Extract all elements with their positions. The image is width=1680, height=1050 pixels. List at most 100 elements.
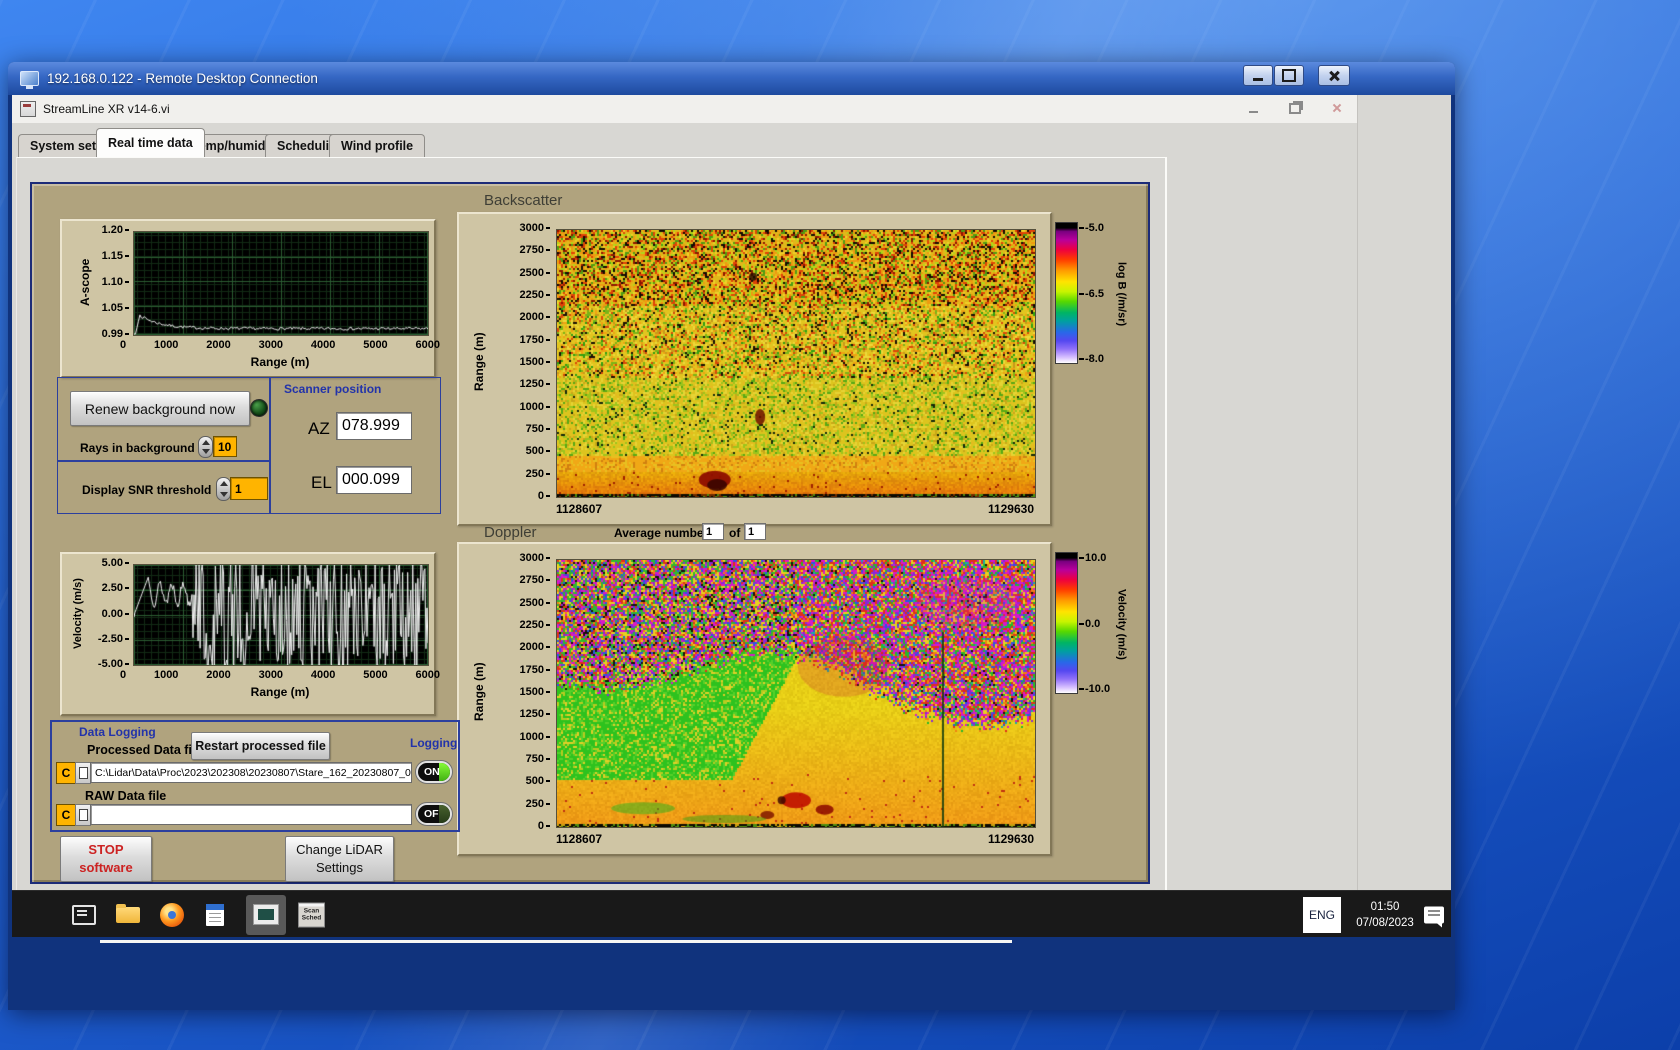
background-controls-box: Renew background now Rays in background … xyxy=(57,377,271,462)
snr-threshold-box: Display SNR threshold 1 xyxy=(57,460,271,514)
backscatter-y-axis-label: Range (m) xyxy=(471,304,487,420)
backscatter-x-start: 1128607 xyxy=(556,502,602,516)
rdp-client-area: StreamLine XR v14-6.vi System setup Real… xyxy=(8,95,1455,1010)
rdp-maximize-button[interactable] xyxy=(1274,65,1304,86)
doppler-y-ticks: 3000275025002250200017501500125010007505… xyxy=(499,553,550,832)
rdp-window-controls xyxy=(1243,65,1455,87)
ascope-x-axis-label: Range (m) xyxy=(133,355,427,369)
file-explorer-icon[interactable] xyxy=(116,907,140,923)
doppler-plot xyxy=(556,559,1036,828)
logging-label: Logging xyxy=(410,736,457,750)
rays-in-background-label: Rays in background xyxy=(80,441,195,455)
data-logging-title: Data Logging xyxy=(79,725,156,739)
streamline-app-icon[interactable] xyxy=(246,895,286,935)
backscatter-colorbar-ticks: -5.0-6.5-8.0 xyxy=(1079,223,1104,365)
minimize-icon xyxy=(1253,70,1263,81)
doppler-title: Doppler xyxy=(484,524,537,541)
processed-path-browse-icon[interactable] xyxy=(75,762,91,784)
ascope-plot-frame: A-scope 1.201.151.101.050.99 01000200030… xyxy=(60,219,436,378)
rays-spinner[interactable] xyxy=(198,436,213,458)
processed-logging-toggle[interactable]: ON xyxy=(416,761,452,783)
raw-logging-toggle[interactable]: OFF xyxy=(416,803,452,825)
rays-value-field[interactable]: 10 xyxy=(213,436,237,457)
rdp-minimize-button[interactable] xyxy=(1243,65,1273,86)
close-icon xyxy=(1332,103,1342,113)
backscatter-x-end: 1129630 xyxy=(988,502,1034,516)
tab-real-time-data[interactable]: Real time data xyxy=(96,128,205,157)
el-label: EL xyxy=(311,473,332,493)
rdp-filler xyxy=(12,937,1451,1010)
velocity-y-ticks: 5.002.500.00-2.50-5.00 xyxy=(84,558,129,670)
language-indicator[interactable]: ENG xyxy=(1303,897,1341,933)
backscatter-x-range: 1128607 1129630 xyxy=(556,502,1034,516)
doppler-y-axis-label: Range (m) xyxy=(471,634,487,750)
tab-wind-profile[interactable]: Wind profile xyxy=(329,134,425,157)
az-value-field: 078.999 xyxy=(336,412,412,440)
average-total-field[interactable]: 1 xyxy=(744,523,766,540)
velocity-x-axis-label: Range (m) xyxy=(133,685,427,699)
app-title: StreamLine XR v14-6.vi xyxy=(43,102,170,116)
rdp-window: 192.168.0.122 - Remote Desktop Connectio… xyxy=(8,62,1455,1010)
app-window-right-edge xyxy=(1357,95,1358,890)
processed-path-field[interactable]: C:\Lidar\Data\Proc\2023\202308\20230807\… xyxy=(90,762,412,783)
processed-drive-selector[interactable]: C xyxy=(56,762,76,784)
taskbar: Scan Sched ENG 01:50 07/08/2023 xyxy=(12,890,1451,937)
app-icon xyxy=(20,101,36,117)
app-restore-button[interactable] xyxy=(1282,99,1308,117)
doppler-x-end: 1129630 xyxy=(988,832,1034,846)
minimize-icon xyxy=(1249,104,1258,113)
taskbar-clock[interactable]: 01:50 07/08/2023 xyxy=(1346,898,1424,930)
tab-strip: System setup Real time data Temp/humidit… xyxy=(12,123,1451,157)
doppler-x-start: 1128607 xyxy=(556,832,602,846)
az-label: AZ xyxy=(308,419,330,439)
doppler-colorbar-ticks: 10.00.0-10.0 xyxy=(1079,553,1110,695)
app-close-button[interactable] xyxy=(1324,99,1350,117)
change-lidar-settings-button[interactable]: Change LiDAR Settings xyxy=(285,836,394,882)
ascope-graph xyxy=(134,232,428,335)
desktop: 192.168.0.122 - Remote Desktop Connectio… xyxy=(0,0,1680,1050)
main-panel: A-scope 1.201.151.101.050.99 01000200030… xyxy=(30,182,1150,884)
velocity-plot-frame: Velocity (m/s) 5.002.500.00-2.50-5.00 01… xyxy=(60,552,436,716)
backscatter-plot-frame: Range (m) 300027502500225020001750150012… xyxy=(457,212,1052,526)
raw-path-browse-icon[interactable] xyxy=(75,804,91,826)
remote-screen: StreamLine XR v14-6.vi System setup Real… xyxy=(12,95,1451,937)
doppler-colorbar-label: Velocity (m/s) xyxy=(1114,566,1129,682)
average-number-field[interactable]: 1 xyxy=(702,523,724,540)
app-minimize-button[interactable] xyxy=(1240,99,1266,117)
scan-scheduler-icon[interactable]: Scan Sched xyxy=(298,902,325,927)
doppler-x-range: 1128607 1129630 xyxy=(556,832,1034,846)
stop-software-button[interactable]: STOP software xyxy=(60,836,152,882)
ascope-y-ticks: 1.201.151.101.050.99 xyxy=(92,225,129,340)
rdp-titlebar[interactable]: 192.168.0.122 - Remote Desktop Connectio… xyxy=(8,62,1455,95)
ascope-plot xyxy=(133,231,429,336)
velocity-graph xyxy=(134,565,428,665)
el-value-field: 000.099 xyxy=(336,466,412,494)
scanner-position-title: Scanner position xyxy=(284,382,381,396)
task-view-icon[interactable] xyxy=(72,905,96,925)
raw-path-field[interactable] xyxy=(90,804,412,825)
snr-value-field[interactable]: 1 xyxy=(230,477,268,500)
rdp-icon xyxy=(20,71,39,86)
processed-data-file-label: Processed Data file xyxy=(87,743,202,757)
ascope-y-axis-label: A-scope xyxy=(78,249,92,315)
backscatter-colorbar-label: log B (/m/sr) xyxy=(1114,236,1129,352)
remote-screen-edge xyxy=(100,940,1012,943)
notification-center-icon[interactable] xyxy=(1424,906,1444,923)
rdp-close-button[interactable] xyxy=(1318,65,1350,86)
average-number-label: Average number xyxy=(614,526,708,540)
restart-processed-file-button[interactable]: Restart processed file xyxy=(191,732,330,760)
firefox-icon[interactable] xyxy=(160,903,184,927)
snr-threshold-label: Display SNR threshold xyxy=(82,483,211,497)
doppler-colorbar xyxy=(1055,552,1078,694)
taskbar-time: 01:50 xyxy=(1346,898,1424,914)
backscatter-plot xyxy=(556,229,1036,498)
app-titlebar[interactable]: StreamLine XR v14-6.vi xyxy=(12,95,1358,123)
renew-background-button[interactable]: Renew background now xyxy=(70,391,250,426)
maximize-icon xyxy=(1282,69,1296,82)
renew-background-led xyxy=(250,399,268,417)
raw-drive-selector[interactable]: C xyxy=(56,804,76,826)
scanner-position-box: Scanner position AZ 078.999 EL 000.099 xyxy=(269,377,441,514)
app-window-controls xyxy=(1240,99,1355,117)
document-app-icon[interactable] xyxy=(206,904,224,926)
snr-spinner[interactable] xyxy=(216,477,231,501)
